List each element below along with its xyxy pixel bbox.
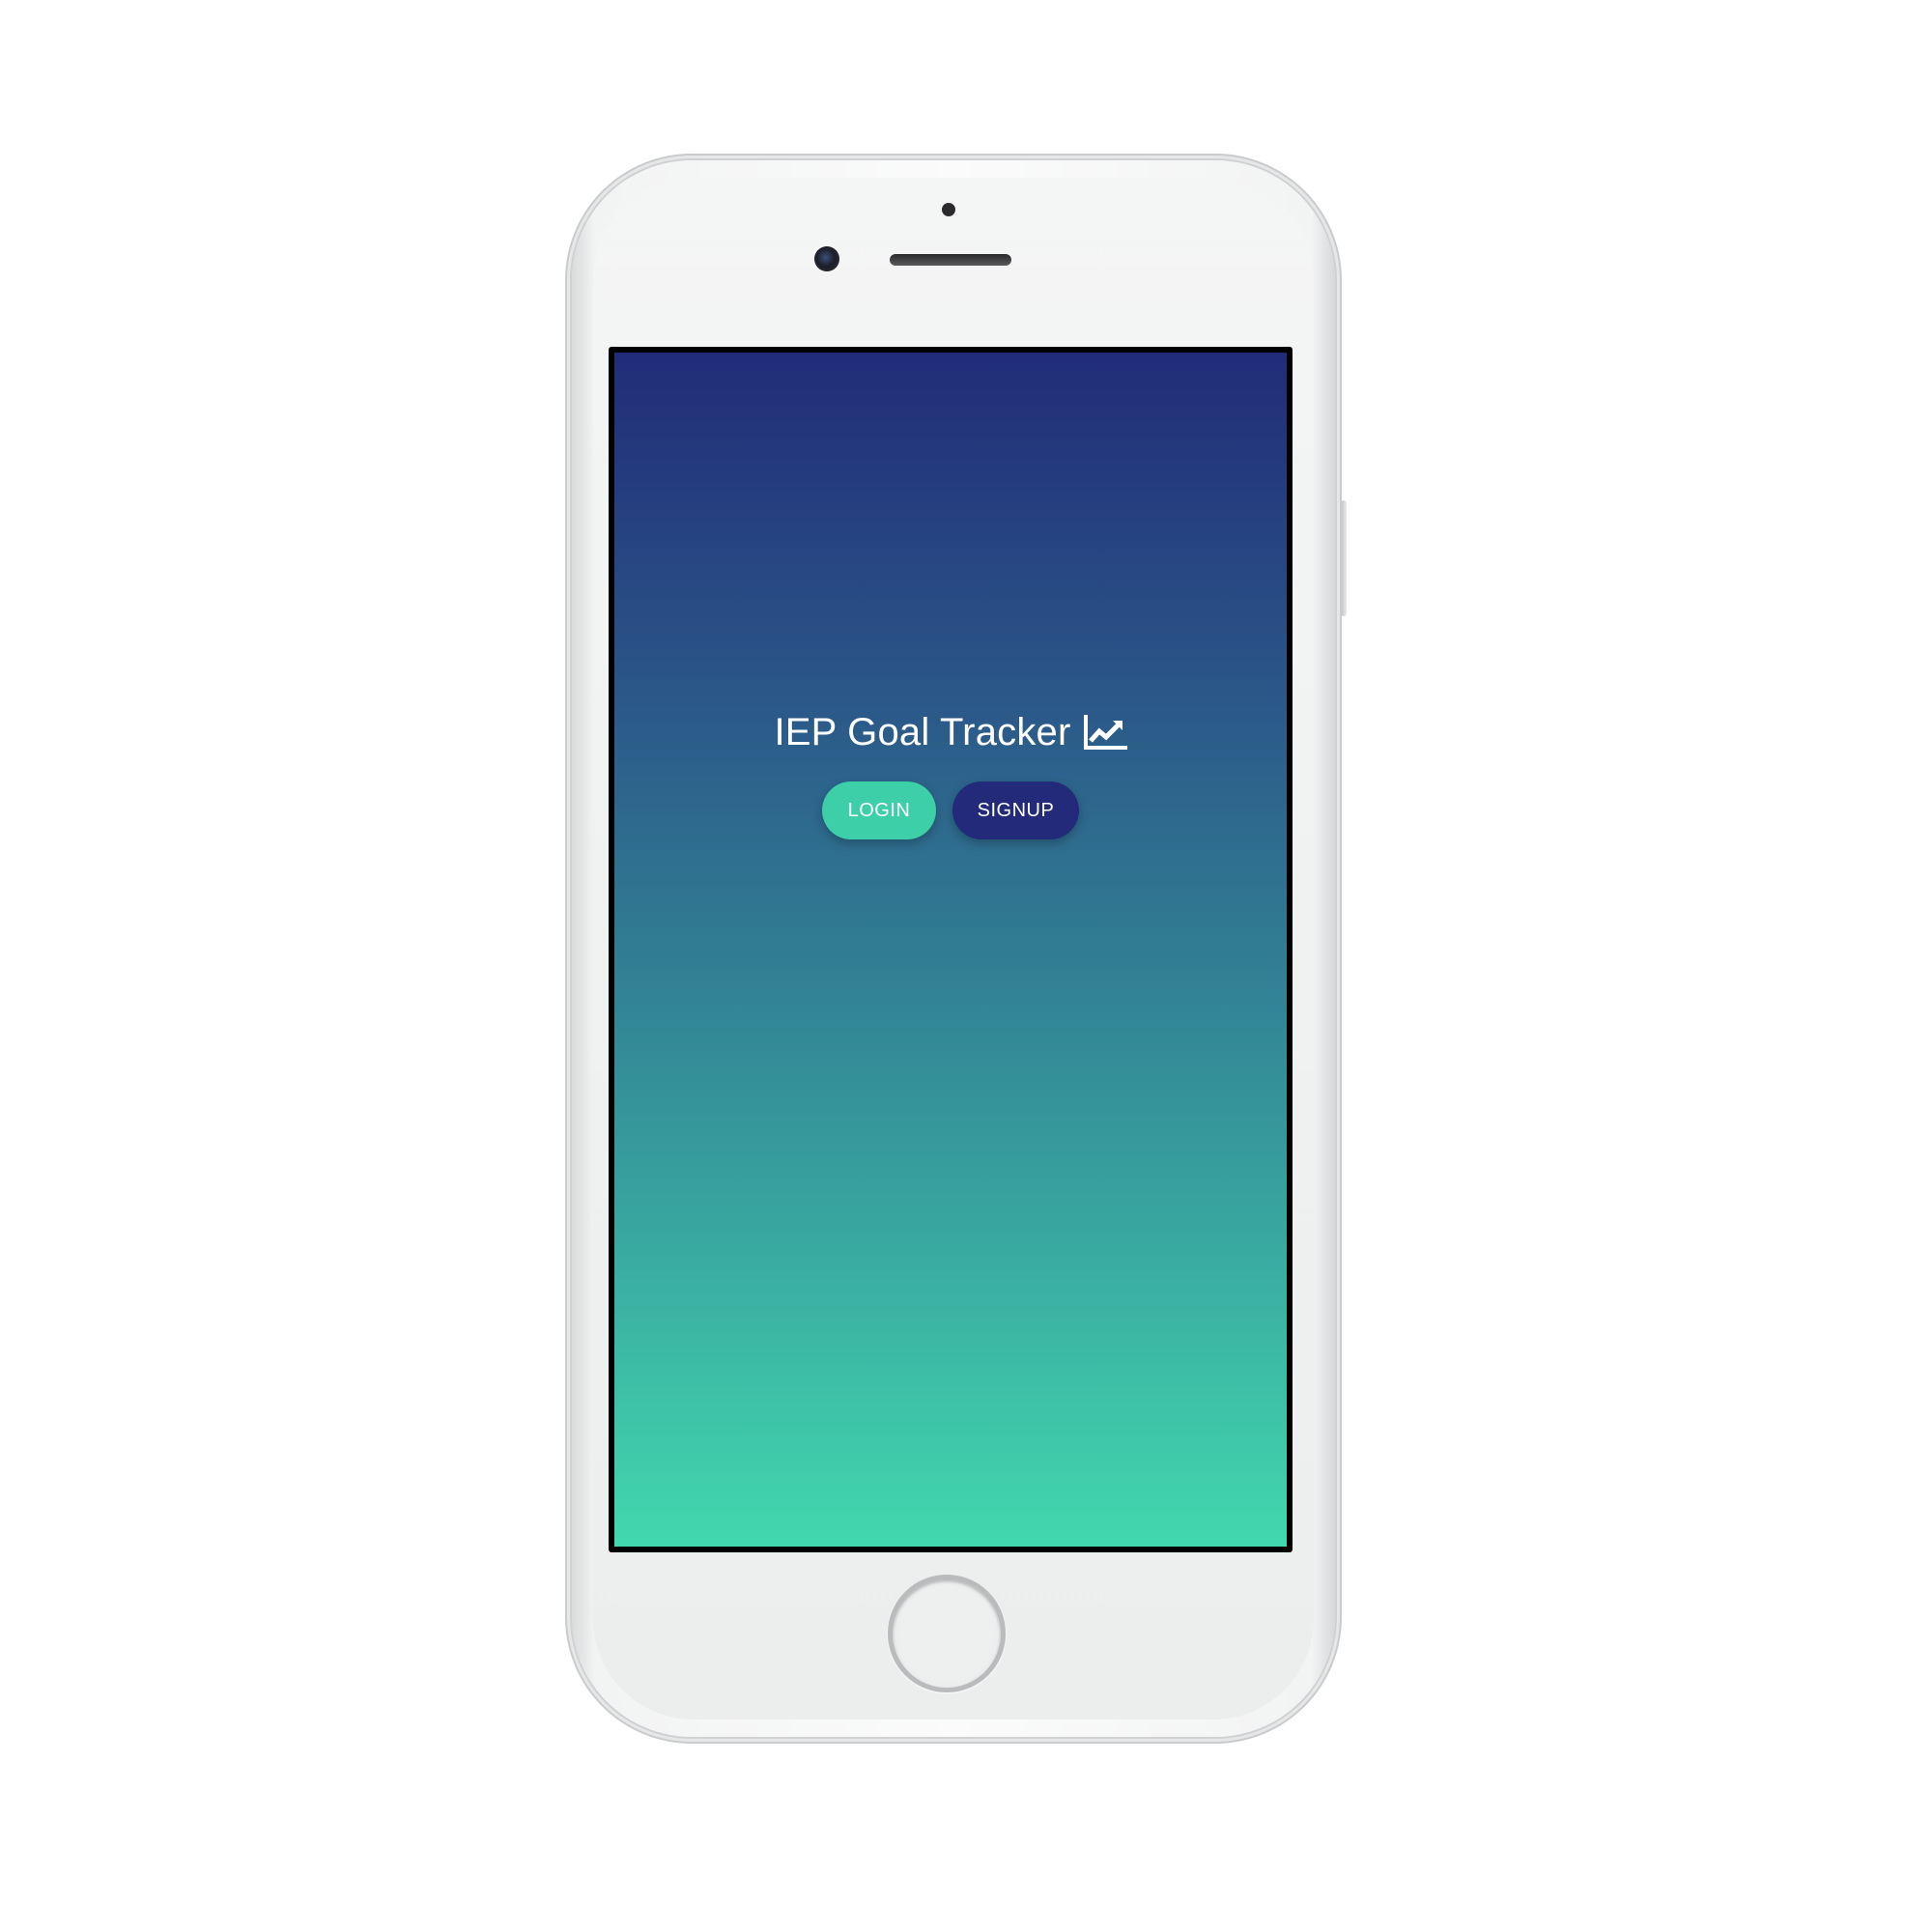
proximity-sensor — [942, 203, 955, 216]
app-title: IEP Goal Tracker — [774, 710, 1071, 753]
chart-line-icon — [1083, 715, 1127, 750]
auth-buttons: LOGIN SIGNUP — [614, 781, 1287, 839]
home-button[interactable] — [888, 1575, 1006, 1692]
signup-button[interactable]: SIGNUP — [952, 781, 1079, 839]
title-row: IEP Goal Tracker — [614, 708, 1287, 756]
login-button[interactable]: LOGIN — [822, 781, 936, 839]
power-button — [1341, 500, 1347, 616]
front-camera — [814, 246, 839, 271]
stage: IEP Goal Tracker LOGIN SIGNUP — [0, 0, 1932, 1932]
earpiece-speaker — [890, 254, 1011, 266]
app-screen: IEP Goal Tracker LOGIN SIGNUP — [614, 353, 1287, 1547]
